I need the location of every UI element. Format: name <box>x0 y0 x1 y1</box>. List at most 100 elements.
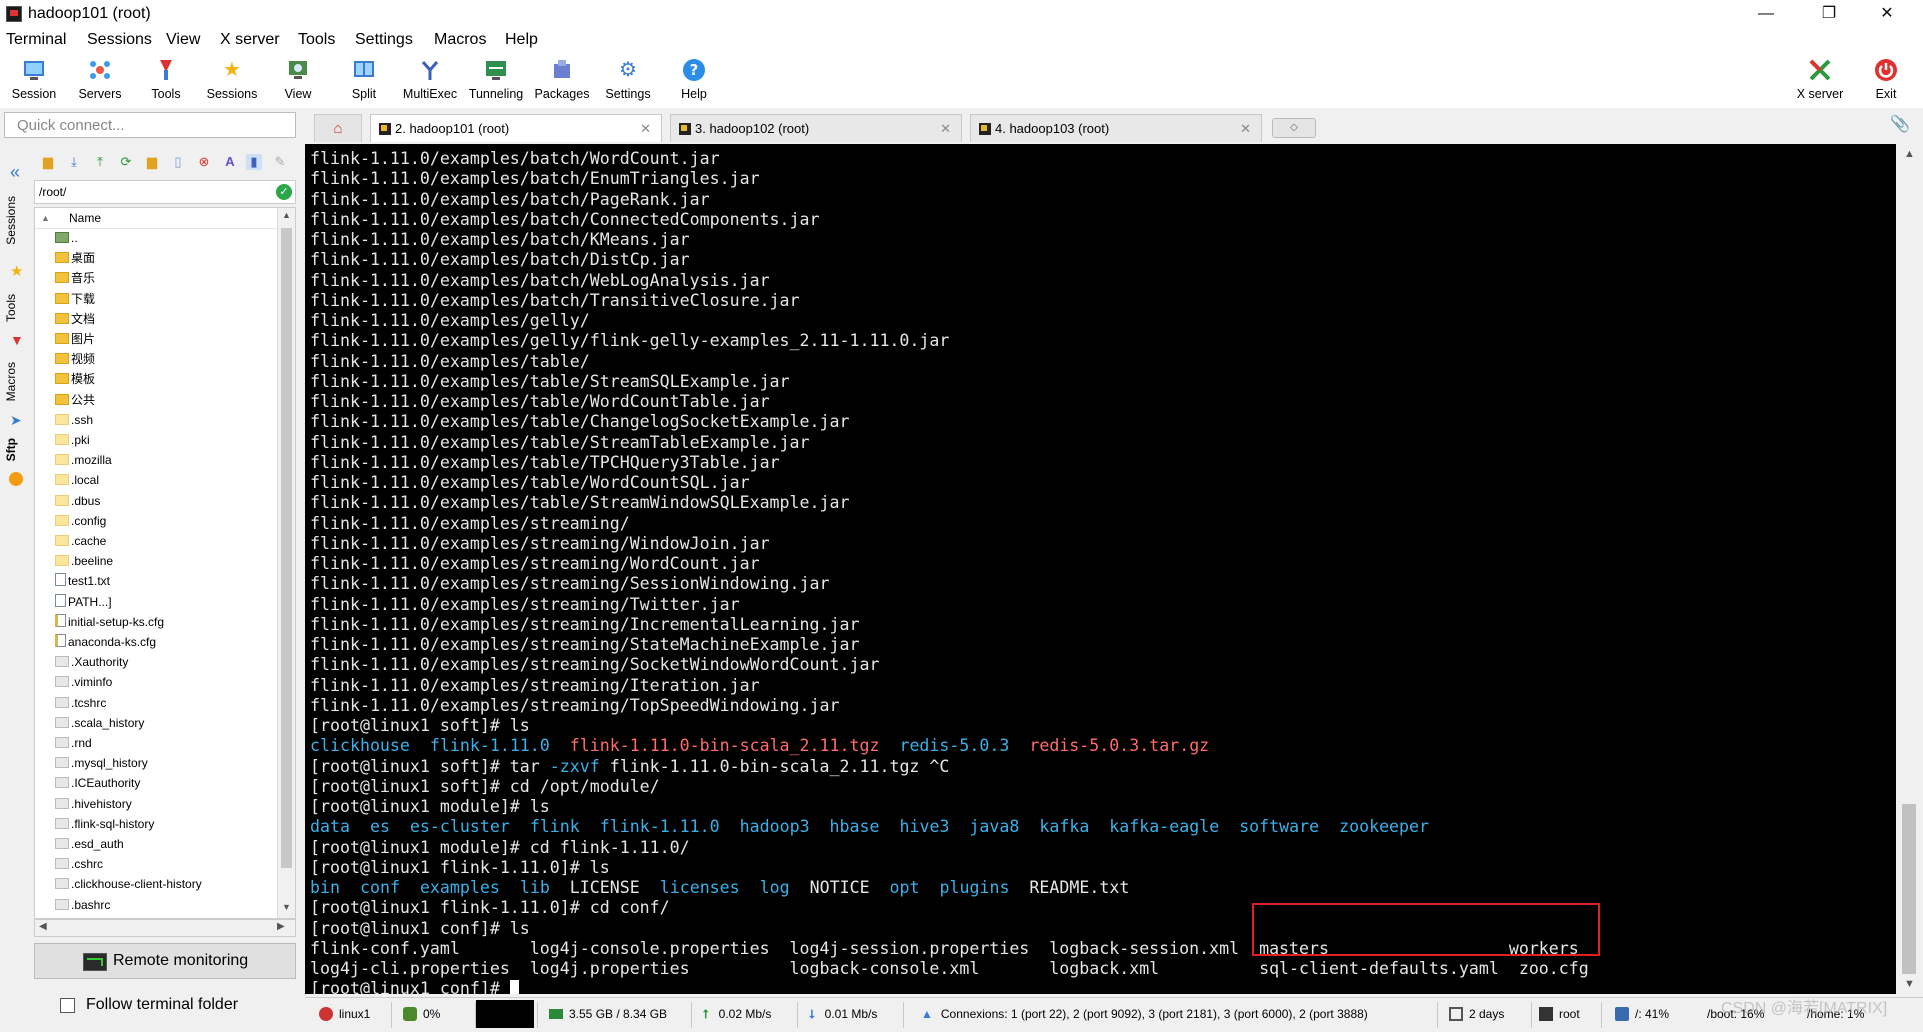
multiexec-button[interactable]: MultiExec <box>398 54 462 106</box>
menu-view[interactable]: View <box>166 31 200 49</box>
strip-tab-sessions[interactable]: Sessions <box>4 196 18 245</box>
file-row[interactable]: .hivehistory <box>55 794 132 814</box>
scroll-down-icon[interactable]: ▼ <box>1904 978 1915 990</box>
scroll-down-icon[interactable]: ▼ <box>282 902 291 912</box>
file-row[interactable]: test1.txt <box>55 571 110 591</box>
file-row[interactable]: .cshrc <box>55 854 103 874</box>
file-row[interactable]: .viminfo <box>55 672 112 692</box>
exit-button[interactable]: Exit <box>1854 54 1918 106</box>
split-button[interactable]: Split <box>332 54 396 106</box>
file-row[interactable]: 下载 <box>55 289 95 309</box>
sftp-path-input[interactable] <box>35 181 273 203</box>
file-row[interactable]: .ssh <box>55 410 93 430</box>
strip-tab-macros[interactable]: Macros <box>4 362 18 401</box>
menu-tools[interactable]: Tools <box>298 31 335 49</box>
file-row[interactable]: 文档 <box>55 309 95 329</box>
x-server-button[interactable]: X server <box>1788 54 1852 106</box>
new-file-icon[interactable]: ▯ <box>170 154 186 170</box>
scroll-right-icon[interactable]: ▶ <box>277 921 285 932</box>
tunneling-button[interactable]: Tunneling <box>464 54 528 106</box>
new-tab-button[interactable]: ◇ <box>1272 118 1316 138</box>
file-row[interactable]: .flink-sql-history <box>55 814 154 834</box>
open-folder-icon[interactable]: ▆ <box>40 154 56 170</box>
scroll-left-icon[interactable]: ◀ <box>39 921 47 932</box>
quick-connect-input[interactable] <box>5 113 295 137</box>
close-tab-icon[interactable]: ✕ <box>940 115 951 142</box>
maximize-button[interactable]: ❐ <box>1806 0 1852 28</box>
file-row[interactable]: 音乐 <box>55 268 95 288</box>
close-button[interactable]: ✕ <box>1864 0 1910 28</box>
view-button[interactable]: View <box>266 54 330 106</box>
tab-hadoop103[interactable]: 4. hadoop103 (root)✕ <box>970 114 1262 142</box>
close-tab-icon[interactable]: ✕ <box>1240 115 1251 142</box>
settings-button[interactable]: ⚙Settings <box>596 54 660 106</box>
edit-icon[interactable]: ✎ <box>272 154 288 170</box>
menu-terminal[interactable]: Terminal <box>6 31 66 49</box>
tools-button[interactable]: Tools <box>134 54 198 106</box>
file-row[interactable]: .mozilla <box>55 450 112 470</box>
permissions-icon[interactable]: ▮ <box>246 154 262 170</box>
sessions-button[interactable]: ★Sessions <box>200 54 264 106</box>
strip-tab-sftp[interactable]: Sftp <box>4 438 18 461</box>
remote-monitoring-button[interactable]: Remote monitoring <box>34 943 296 979</box>
minimize-button[interactable]: — <box>1743 0 1789 28</box>
file-row[interactable]: .tcshrc <box>55 693 106 713</box>
checkmark-icon[interactable]: ✓ <box>276 184 292 200</box>
scrollbar-thumb[interactable] <box>281 228 292 868</box>
menu-x-server[interactable]: X server <box>220 31 280 49</box>
terminal-scrollbar[interactable]: ▲ ▼ <box>1896 144 1923 994</box>
download-icon[interactable]: ⤓ <box>66 154 82 170</box>
file-row[interactable]: .bashrc <box>55 895 110 915</box>
file-row[interactable]: .scala_history <box>55 713 144 733</box>
home-tab[interactable]: ⌂ <box>314 114 362 142</box>
refresh-icon[interactable]: ⟳ <box>118 154 134 170</box>
file-row[interactable]: 公共 <box>55 390 95 410</box>
paperclip-icon[interactable]: 📎 <box>1890 114 1910 136</box>
file-row[interactable]: initial-setup-ks.cfg <box>55 612 164 632</box>
sftp-scrollbar[interactable]: ▲ ▼ <box>277 208 295 918</box>
file-row[interactable]: PATH...] <box>55 592 112 612</box>
follow-terminal-checkbox[interactable] <box>60 998 75 1013</box>
upload-icon[interactable]: ⤒ <box>92 154 108 170</box>
scrollbar-thumb[interactable] <box>1902 804 1916 974</box>
help-button[interactable]: ?Help <box>662 54 726 106</box>
scroll-up-icon[interactable]: ▲ <box>282 210 291 220</box>
file-row[interactable]: 模板 <box>55 369 95 389</box>
menu-settings[interactable]: Settings <box>355 31 413 49</box>
sftp-hscrollbar[interactable]: ◀ ▶ <box>34 919 296 937</box>
menu-help[interactable]: Help <box>505 31 538 49</box>
file-row[interactable]: .config <box>55 511 106 531</box>
close-tab-icon[interactable]: ✕ <box>640 115 651 142</box>
file-row[interactable]: .rnd <box>55 733 92 753</box>
file-row[interactable]: .ICEauthority <box>55 773 140 793</box>
file-row[interactable]: .local <box>55 470 99 490</box>
file-row[interactable]: 视频 <box>55 349 95 369</box>
menu-sessions[interactable]: Sessions <box>87 31 152 49</box>
file-row[interactable]: .clickhouse-client-history <box>55 874 202 894</box>
terminal-output[interactable]: flink-1.11.0/examples/batch/WordCount.ja… <box>305 144 1896 994</box>
file-row[interactable]: .dbus <box>55 491 100 511</box>
tab-hadoop101[interactable]: 2. hadoop101 (root)✕ <box>370 114 662 142</box>
delete-icon[interactable]: ⊗ <box>196 154 212 170</box>
file-row[interactable]: .beeline <box>55 551 113 571</box>
rename-icon[interactable]: A <box>222 154 238 170</box>
column-header-name[interactable]: ▲ Name <box>35 208 279 229</box>
file-row[interactable]: .Xauthority <box>55 652 128 672</box>
strip-tab-tools[interactable]: Tools <box>4 294 18 322</box>
file-row[interactable]: .cache <box>55 531 106 551</box>
file-row[interactable]: .mysql_history <box>55 753 148 773</box>
collapse-sidebar-icon[interactable]: « <box>10 162 20 183</box>
scroll-up-icon[interactable]: ▲ <box>1904 148 1915 160</box>
file-row[interactable]: .pki <box>55 430 90 450</box>
file-row[interactable]: 桌面 <box>55 248 95 268</box>
servers-button[interactable]: Servers <box>68 54 132 106</box>
session-button[interactable]: Session <box>2 54 66 106</box>
tab-hadoop102[interactable]: 3. hadoop102 (root)✕ <box>670 114 962 142</box>
menu-macros[interactable]: Macros <box>434 31 486 49</box>
file-row[interactable]: .. <box>55 228 78 248</box>
file-row[interactable]: .esd_auth <box>55 834 124 854</box>
new-folder-icon[interactable]: ▆ <box>144 154 160 170</box>
file-row[interactable]: 图片 <box>55 329 95 349</box>
packages-button[interactable]: Packages <box>530 54 594 106</box>
file-row[interactable]: anaconda-ks.cfg <box>55 632 156 652</box>
